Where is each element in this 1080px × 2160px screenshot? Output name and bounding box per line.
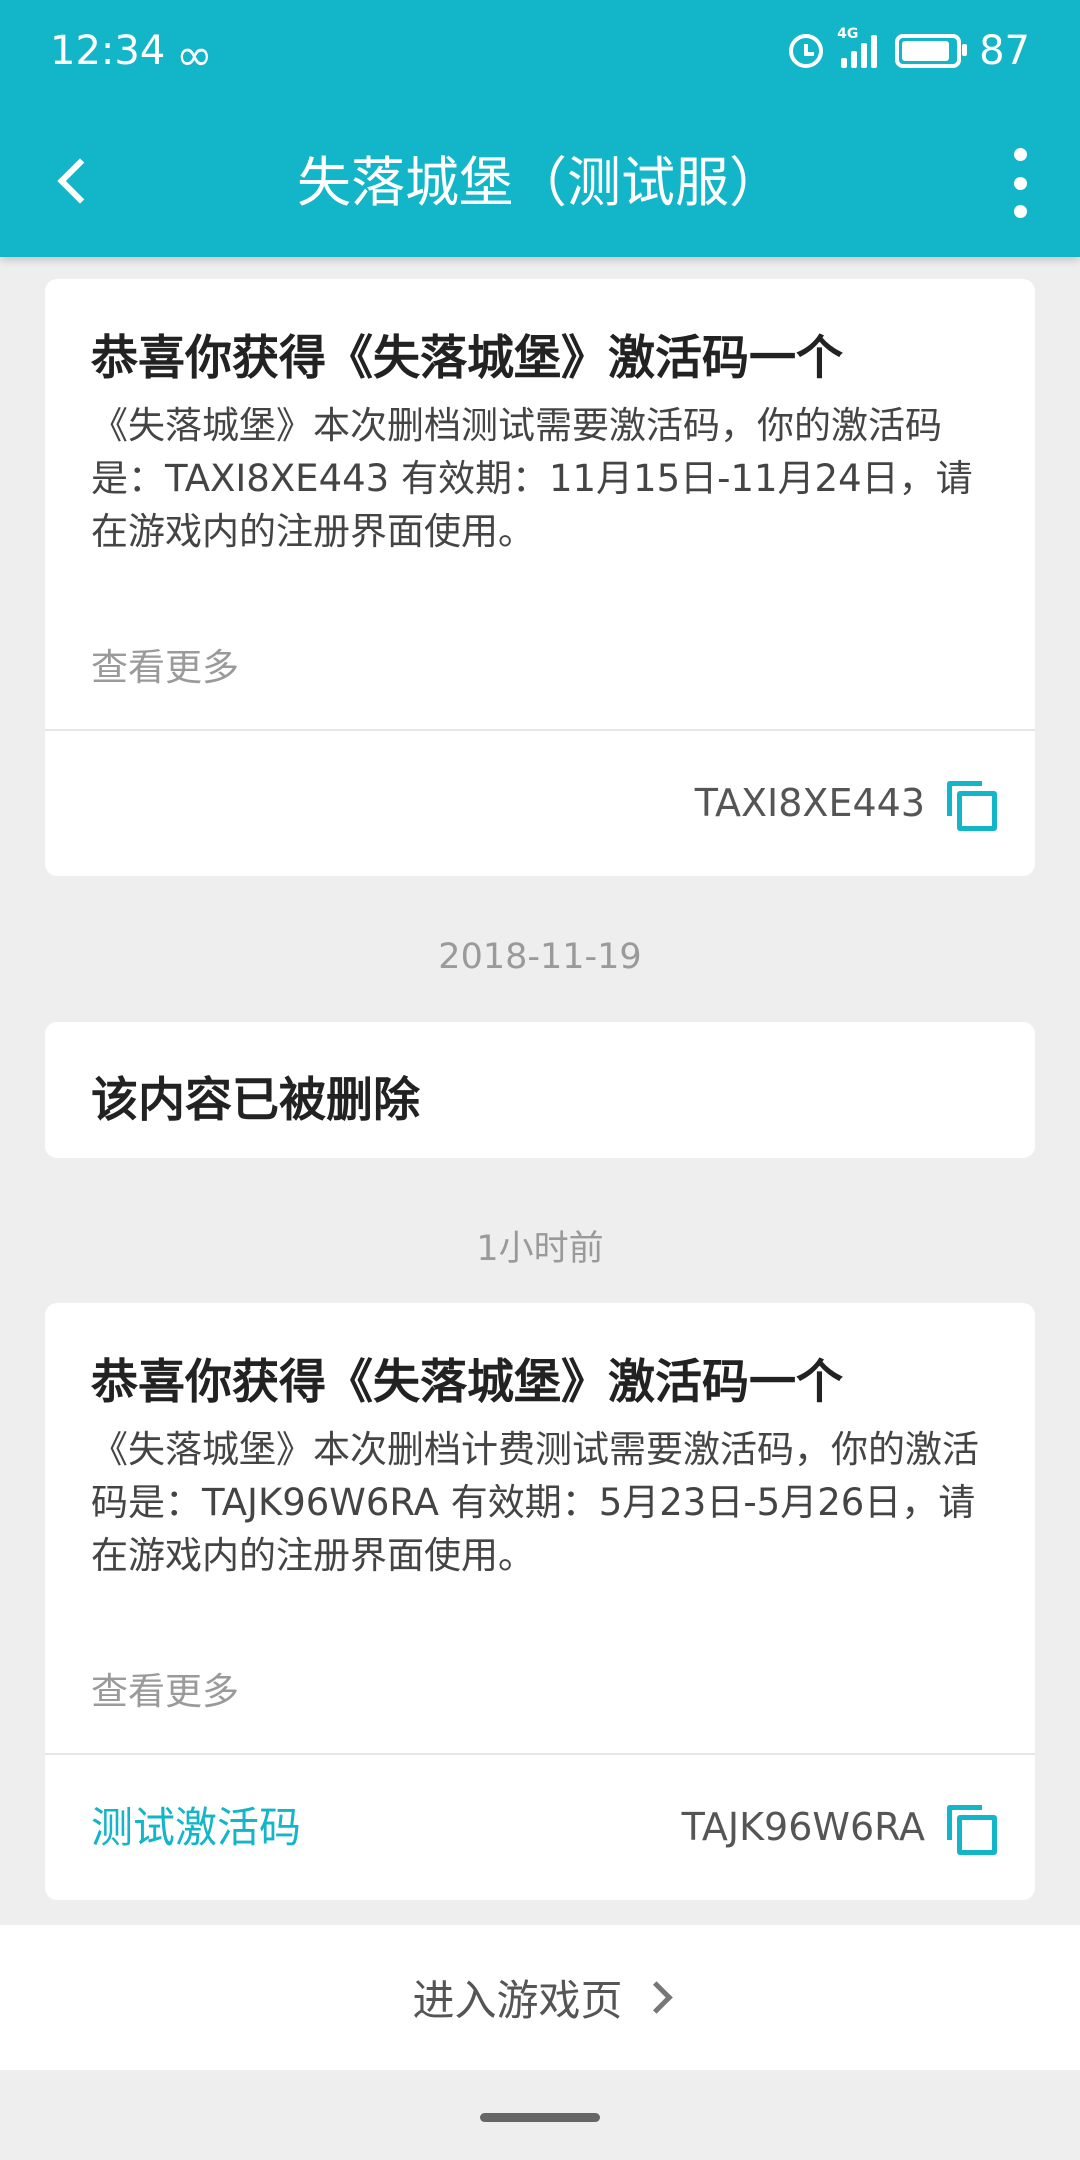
view-more-link[interactable]: 查看更多 — [45, 1661, 285, 1715]
enter-game-page-label: 进入游戏页 — [412, 1976, 623, 2025]
copy-icon[interactable] — [947, 781, 997, 831]
page-title: 失落城堡（测试服） — [297, 151, 783, 214]
more-dot-icon — [1013, 148, 1027, 161]
message-body: 《失落城堡》本次删档测试需要激活码，你的激活码是：TAXI8XE443 有效期：… — [91, 404, 973, 553]
more-dot-icon — [1013, 176, 1027, 190]
date-label: 2018-11-19 — [438, 937, 642, 977]
copy-icon[interactable] — [947, 1805, 997, 1855]
message-card: 恭喜你获得《失落城堡》激活码一个 《失落城堡》本次删档计费测试需要激活码，你的激… — [45, 1303, 1035, 1900]
status-time: 12:34 — [50, 28, 166, 74]
alarm-icon — [789, 34, 824, 68]
battery-icon — [895, 34, 968, 68]
activation-code: TAJK96W6RA — [681, 1805, 925, 1849]
status-bar: 12:34 ∞ 4G 87 — [0, 0, 1080, 110]
test-code-tag[interactable]: 测试激活码 — [91, 1755, 301, 1900]
infinity-icon: ∞ — [176, 30, 213, 81]
toolbar: 失落城堡（测试服） — [0, 110, 1080, 257]
battery-level: 87 — [979, 28, 1030, 74]
chevron-right-icon — [639, 1981, 673, 2014]
more-dot-icon — [1013, 205, 1027, 218]
network-type: 4G — [837, 26, 859, 42]
card-footer: TAXI8XE443 — [45, 731, 1035, 876]
status-right: 4G 87 — [789, 26, 1030, 74]
enter-game-page-button[interactable]: 进入游戏页 — [0, 1925, 1080, 2070]
message-body: 《失落城堡》本次删档计费测试需要激活码，你的激活码是：TAJK96W6RA 有效… — [91, 1428, 979, 1577]
card-footer: 测试激活码 TAJK96W6RA — [45, 1755, 1035, 1900]
message-list[interactable]: 恭喜你获得《失落城堡》激活码一个 《失落城堡》本次删档测试需要激活码，你的激活码… — [0, 257, 1080, 1925]
home-gesture-bar[interactable] — [480, 2113, 600, 2122]
activation-code: TAXI8XE443 — [694, 781, 925, 825]
date-label: 1小时前 — [476, 1229, 604, 1269]
view-more-link[interactable]: 查看更多 — [45, 637, 285, 691]
message-title: 恭喜你获得《失落城堡》激活码一个 — [91, 331, 843, 386]
system-nav-bar — [0, 2070, 1080, 2160]
message-card: 该内容已被删除 — [45, 1022, 1035, 1158]
app-bar: 12:34 ∞ 4G 87 失落城堡（测试服） — [0, 0, 1080, 257]
message-title: 恭喜你获得《失落城堡》激活码一个 — [91, 1355, 843, 1410]
signal-icon: 4G — [837, 26, 878, 68]
message-card: 恭喜你获得《失落城堡》激活码一个 《失落城堡》本次删档测试需要激活码，你的激活码… — [45, 279, 1035, 876]
more-options-button[interactable] — [1008, 148, 1032, 218]
message-title: 该内容已被删除 — [91, 1073, 420, 1128]
